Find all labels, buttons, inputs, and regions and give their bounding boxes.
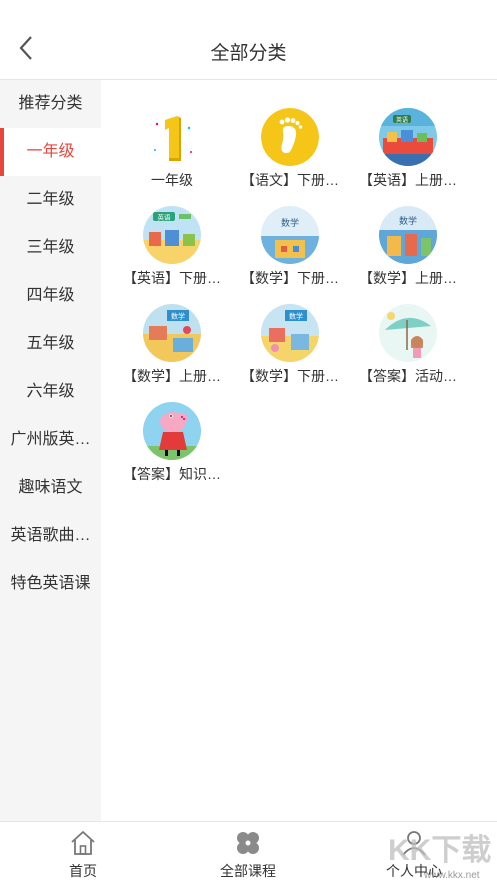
number-one-icon (143, 108, 201, 166)
tab-all-courses[interactable]: 全部课程 (188, 822, 308, 883)
footprint-icon (261, 108, 319, 166)
sidebar-item-grade-3[interactable]: 三年级 (0, 224, 101, 272)
grid-item[interactable]: 数学 【数学】上册… (117, 276, 227, 384)
sidebar-item-recommended[interactable]: 推荐分类 (0, 80, 101, 128)
sidebar-item-english-songs[interactable]: 英语歌曲… (0, 512, 101, 560)
svg-text:数学: 数学 (281, 217, 299, 229)
svg-text:数学: 数学 (289, 312, 303, 321)
kkx-watermark: KK下载 www.kkx.net (388, 834, 491, 881)
page-title: 全部分类 (210, 43, 287, 64)
tab-home[interactable]: 首页 (23, 822, 143, 883)
sidebar-item-fun-chinese[interactable]: 趣味语文 (0, 464, 101, 512)
sidebar-item-grade-6[interactable]: 六年级 (0, 368, 101, 416)
tab-all-courses-label: 全部课程 (220, 863, 276, 879)
grid-item[interactable]: 数学 【数学】下册… (235, 178, 345, 286)
category-content: 一年级 【语文】下册… 英语 【英语】上册… 英语 【英语】下册… 数学 【数学… (101, 80, 497, 821)
sidebar-item-grade-2[interactable]: 二年级 (0, 176, 101, 224)
grid-item[interactable]: 【答案】知识… (117, 374, 227, 482)
sidebar-item-special-english[interactable]: 特色英语课 (0, 560, 101, 608)
grid-item[interactable]: 【答案】活动… (353, 276, 463, 384)
watermark-text: KK下载 (388, 834, 491, 867)
tab-home-label: 首页 (69, 863, 97, 879)
peppa-pig-illustration (143, 402, 201, 460)
english-textbook-cover: 英语 (143, 206, 201, 264)
svg-text:数学: 数学 (171, 312, 185, 321)
english-textbook-cover: 英语 (379, 108, 437, 166)
sidebar-item-grade-5[interactable]: 五年级 (0, 320, 101, 368)
math-textbook-cover: 数学 (261, 206, 319, 264)
grid-item-label: 【答案】活动… (359, 368, 457, 384)
math-textbook-cover: 数学 (261, 304, 319, 362)
sidebar-item-guangzhou-english[interactable]: 广州版英… (0, 416, 101, 464)
grid-item-label: 【答案】知识… (123, 466, 221, 482)
grid-item[interactable]: 数学 【数学】上册… (353, 178, 463, 286)
sidebar-item-grade-1[interactable]: 一年级 (0, 128, 101, 176)
home-icon (71, 831, 95, 855)
watermark-url: www.kkx.net (423, 870, 480, 881)
svg-text:英语: 英语 (158, 213, 172, 222)
svg-text:数学: 数学 (399, 215, 417, 227)
grid-item[interactable]: 英语 【英语】上册… (353, 80, 463, 188)
grid-item[interactable]: 【语文】下册… (235, 80, 345, 188)
category-sidebar: 推荐分类 一年级 二年级 三年级 四年级 五年级 六年级 广州版英… 趣味语文 … (0, 80, 101, 821)
umbrella-girl-illustration (379, 304, 437, 362)
svg-text:英语: 英语 (396, 116, 408, 124)
math-textbook-cover: 数学 (379, 206, 437, 264)
grid-item-label: 【数学】下册… (241, 368, 339, 384)
math-textbook-cover: 数学 (143, 304, 201, 362)
sidebar-item-grade-4[interactable]: 四年级 (0, 272, 101, 320)
grid-item[interactable]: 英语 【英语】下册… (117, 178, 227, 286)
grid-item[interactable]: 数学 【数学】下册… (235, 276, 345, 384)
clover-icon (237, 832, 259, 854)
header: 全部分类 (0, 0, 497, 80)
grid-item[interactable]: 一年级 (117, 80, 227, 188)
